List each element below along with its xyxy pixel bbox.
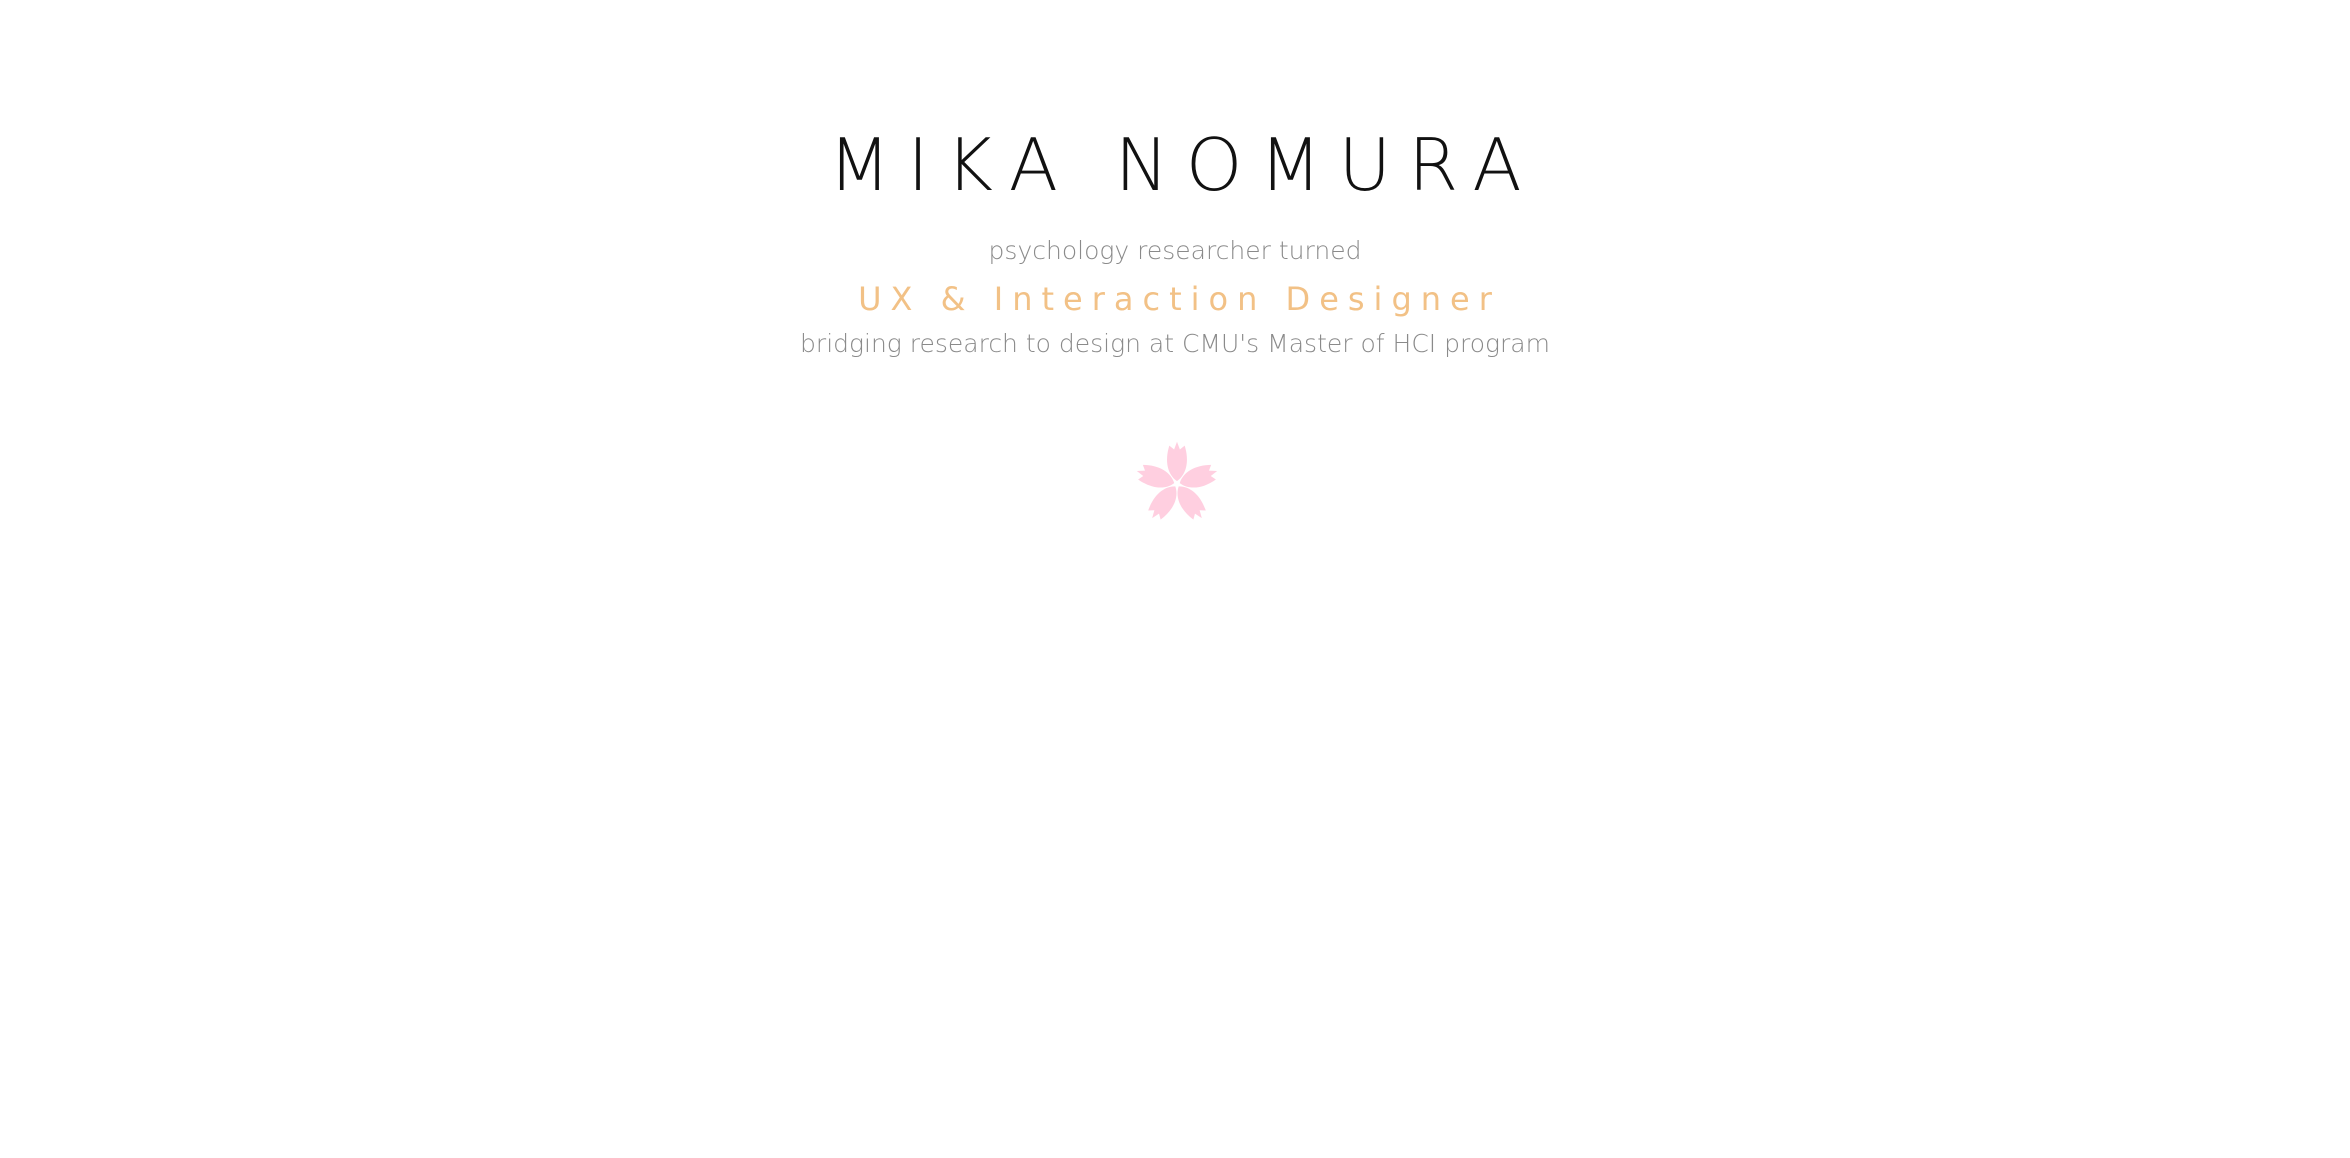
cherry-blossom-icon [1136,441,1218,520]
hero-tagline: bridging research to design at CMU's Mas… [800,329,1550,358]
hero-role: UX & Interaction Designer [858,280,1501,318]
page: MIKA NOMURA psychology researcher turned… [0,0,2350,1158]
hero-name: MIKA NOMURA [828,123,1539,207]
hero-intro: psychology researcher turned [988,236,1362,265]
